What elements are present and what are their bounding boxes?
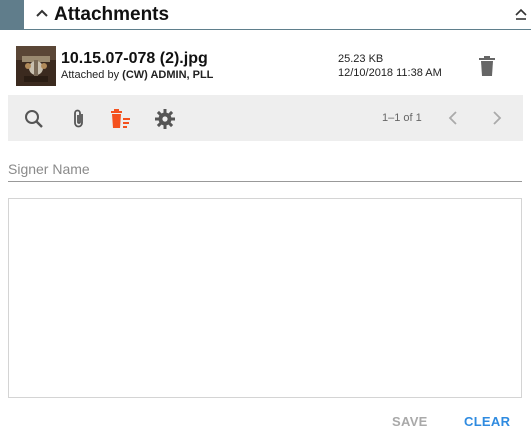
attachment-thumbnail[interactable] xyxy=(16,46,56,86)
section-accent-strip xyxy=(0,0,24,30)
section-title: Attachments xyxy=(54,4,170,25)
clear-button[interactable]: CLEAR xyxy=(464,414,510,429)
delete-list-icon[interactable] xyxy=(110,108,132,130)
collapse-icon[interactable] xyxy=(513,6,529,22)
attached-by-label: Attached by xyxy=(61,69,120,81)
chevron-right-icon[interactable] xyxy=(489,109,505,127)
chevron-up-icon[interactable] xyxy=(34,6,50,22)
chevron-left-icon[interactable] xyxy=(445,109,461,127)
attached-by-text: Attached by (CW) ADMIN, PLL xyxy=(61,69,213,81)
attachment-size: 25.23 KB xyxy=(338,53,384,65)
attachment-date: 12/10/2018 11:38 AM xyxy=(338,67,442,79)
paperclip-icon[interactable] xyxy=(68,108,90,130)
trash-icon[interactable] xyxy=(478,56,496,76)
pagination-range: 1–1 of 1 xyxy=(382,112,422,124)
signature-pad[interactable] xyxy=(8,198,522,398)
signer-name-input[interactable] xyxy=(8,157,522,182)
save-button[interactable]: SAVE xyxy=(392,414,428,429)
search-icon[interactable] xyxy=(23,108,45,130)
attachment-file-name[interactable]: 10.15.07-078 (2).jpg xyxy=(61,50,208,68)
gear-icon[interactable] xyxy=(154,108,176,130)
attachments-header: Attachments xyxy=(24,0,531,30)
attachments-toolbar: 1–1 of 1 xyxy=(8,95,523,141)
attached-by-name: (CW) ADMIN, PLL xyxy=(122,69,214,81)
